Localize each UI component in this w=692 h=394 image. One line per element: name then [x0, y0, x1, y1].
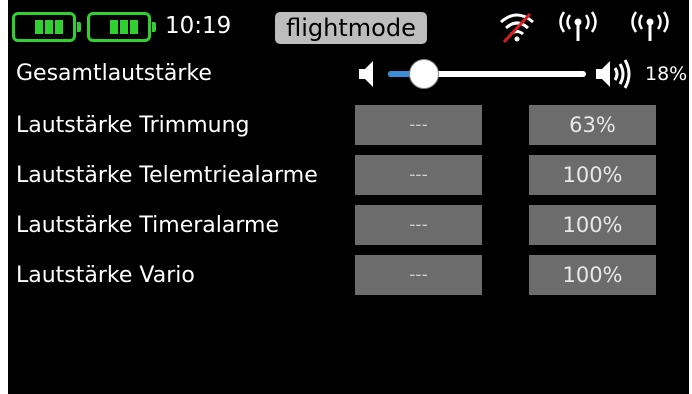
row-label: Lautstärke Telemtriealarme: [16, 163, 318, 188]
wifi-off-icon: [500, 12, 534, 44]
row-left-value[interactable]: ---: [355, 105, 482, 145]
row-label: Lautstärke Vario: [16, 263, 195, 288]
master-volume-label: Gesamtlautstärke: [16, 61, 212, 86]
battery-1-icon: [12, 12, 81, 42]
master-volume-slider[interactable]: [388, 59, 586, 89]
display-screen: 10:19 flightmode Gesamtlautstärke 18% La…: [8, 0, 689, 394]
speaker-mute-icon: [359, 61, 373, 87]
battery-2-icon: [87, 12, 156, 42]
row-left-value[interactable]: ---: [355, 255, 482, 295]
flightmode-button[interactable]: flightmode: [275, 12, 427, 44]
antenna-icon: [631, 11, 669, 41]
row-right-value[interactable]: 63%: [529, 105, 656, 145]
row-label: Lautstärke Trimmung: [16, 113, 250, 138]
row-right-value[interactable]: 100%: [529, 255, 656, 295]
row-right-value[interactable]: 100%: [529, 155, 656, 195]
row-left-value[interactable]: ---: [355, 205, 482, 245]
row-label: Lautstärke Timeralarme: [16, 213, 279, 238]
speaker-loud-icon: [596, 59, 631, 89]
master-volume-value: 18%: [645, 63, 688, 85]
row-right-value[interactable]: 100%: [529, 205, 656, 245]
slider-knob[interactable]: [408, 59, 439, 89]
clock-time: 10:19: [165, 13, 232, 39]
antenna-icon: [559, 11, 597, 41]
row-left-value[interactable]: ---: [355, 155, 482, 195]
